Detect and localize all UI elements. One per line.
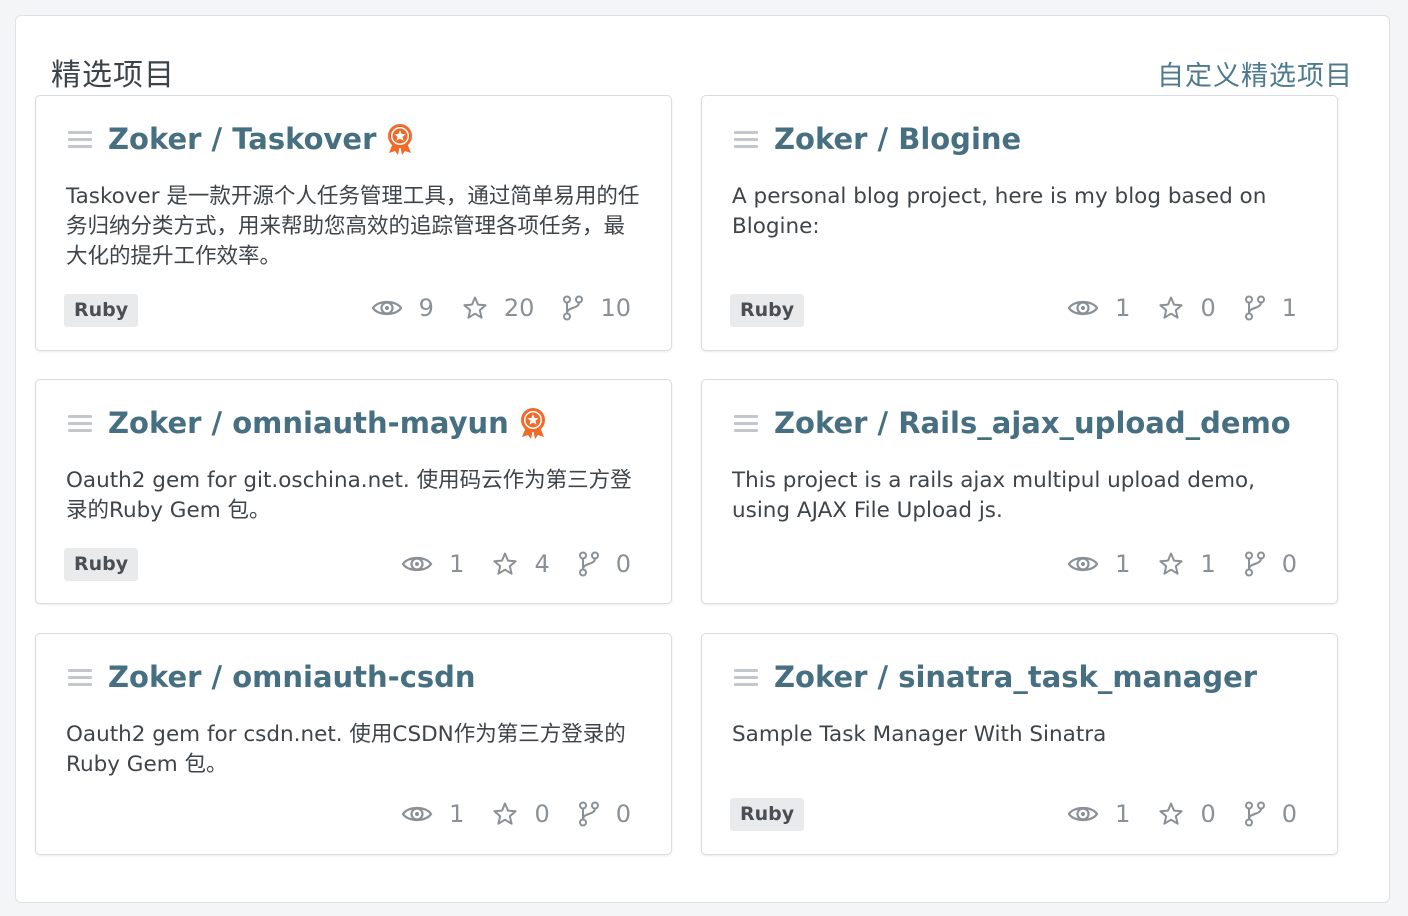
star-count: 0 — [1200, 800, 1216, 828]
eye-icon — [401, 806, 433, 822]
star-count: 4 — [534, 550, 550, 578]
language-tag[interactable]: Ruby — [64, 294, 139, 327]
eye-icon — [1067, 300, 1099, 316]
project-stats: 1 4 0 — [401, 550, 631, 578]
star-count: 0 — [534, 800, 550, 828]
project-card-header: Zoker / omniauth-csdn — [68, 660, 651, 694]
project-name-link[interactable]: Zoker / Taskover — [108, 122, 376, 156]
project-card: Zoker / Blogine A personal blog project,… — [701, 95, 1338, 351]
drag-handle-icon[interactable] — [68, 667, 92, 687]
fork-icon — [563, 295, 584, 321]
watch-stat[interactable]: 1 — [401, 800, 464, 828]
fork-stat[interactable]: 0 — [1244, 800, 1297, 828]
fork-stat[interactable]: 1 — [1244, 294, 1297, 322]
star-icon — [493, 552, 518, 575]
watch-count: 1 — [1115, 550, 1131, 578]
fork-stat[interactable]: 0 — [578, 550, 631, 578]
fork-count: 0 — [615, 800, 631, 828]
eye-icon — [1067, 556, 1099, 572]
project-card: Zoker / sinatra_task_manager Sample Task… — [701, 633, 1338, 855]
project-card: Zoker / omniauth-csdn Oauth2 gem for csd… — [35, 633, 672, 855]
star-stat[interactable]: 0 — [1158, 294, 1216, 322]
project-description: Sample Task Manager With Sinatra — [732, 722, 1107, 747]
fork-icon — [1244, 295, 1265, 321]
star-stat[interactable]: 1 — [1158, 550, 1216, 578]
fork-count: 1 — [1281, 294, 1297, 322]
recommended-badge-icon — [386, 123, 414, 155]
fork-count: 10 — [600, 294, 631, 322]
star-count: 20 — [503, 294, 535, 322]
project-description: Oauth2 gem for git.oschina.net. 使用码云作为第三… — [66, 468, 632, 523]
project-card: Zoker / Taskover Taskover 是一款开源个人任务管理工具，… — [35, 95, 672, 351]
star-icon — [493, 802, 518, 825]
drag-handle-icon[interactable] — [734, 129, 758, 149]
fork-icon — [1244, 551, 1265, 577]
project-name-link[interactable]: Zoker / Blogine — [774, 122, 1021, 156]
watch-count: 1 — [1115, 800, 1131, 828]
drag-handle-icon[interactable] — [734, 667, 758, 687]
project-description: This project is a rails ajax multipul up… — [732, 468, 1256, 523]
watch-count: 1 — [449, 800, 465, 828]
drag-handle-icon[interactable] — [68, 129, 92, 149]
language-tag[interactable]: Ruby — [730, 294, 805, 327]
eye-icon — [401, 556, 433, 572]
fork-stat[interactable]: 0 — [578, 800, 631, 828]
project-stats: 1 1 0 — [1067, 550, 1297, 578]
watch-count: 9 — [418, 294, 434, 322]
watch-stat[interactable]: 1 — [1067, 294, 1130, 322]
project-stats: 1 0 0 — [401, 800, 631, 828]
star-icon — [1159, 552, 1184, 575]
project-card-header: Zoker / Rails_ajax_upload_demo — [734, 406, 1317, 440]
project-description: Taskover 是一款开源个人任务管理工具，通过简单易用的任务归纳分类方式，用… — [66, 184, 640, 269]
project-name-link[interactable]: Zoker / sinatra_task_manager — [774, 660, 1257, 694]
language-tag[interactable]: Ruby — [730, 798, 805, 831]
project-description: A personal blog project, here is my blog… — [732, 184, 1267, 239]
project-card-header: Zoker / sinatra_task_manager — [734, 660, 1317, 694]
fork-count: 0 — [1281, 800, 1297, 828]
fork-count: 0 — [615, 550, 631, 578]
panel-title: 精选项目 — [51, 58, 175, 93]
project-card-header: Zoker / Taskover — [68, 122, 651, 156]
drag-handle-icon[interactable] — [734, 413, 758, 433]
project-name-link[interactable]: Zoker / omniauth-mayun — [108, 406, 509, 440]
star-stat[interactable]: 0 — [1158, 800, 1216, 828]
star-stat[interactable]: 20 — [462, 294, 535, 322]
fork-icon — [578, 801, 599, 827]
fork-icon — [578, 551, 599, 577]
fork-stat[interactable]: 10 — [562, 294, 631, 322]
watch-count: 1 — [1115, 294, 1131, 322]
watch-stat[interactable]: 1 — [1067, 550, 1130, 578]
drag-handle-icon[interactable] — [68, 413, 92, 433]
fork-icon — [1244, 801, 1265, 827]
star-icon — [463, 296, 487, 319]
project-card: Zoker / Rails_ajax_upload_demo This proj… — [701, 379, 1338, 604]
fork-count: 0 — [1281, 550, 1297, 578]
recommended-badge-icon — [519, 407, 547, 439]
project-card: Zoker / omniauth-mayun Oauth2 gem for gi… — [35, 379, 672, 604]
project-name-link[interactable]: Zoker / Rails_ajax_upload_demo — [774, 406, 1291, 440]
star-count: 1 — [1200, 550, 1216, 578]
eye-icon — [1067, 806, 1099, 822]
star-stat[interactable]: 4 — [492, 550, 550, 578]
project-stats: 9 20 10 — [371, 294, 631, 322]
star-icon — [1159, 296, 1184, 319]
star-count: 0 — [1200, 294, 1216, 322]
customize-featured-link[interactable]: 自定义精选项目 — [1157, 54, 1353, 93]
project-card-header: Zoker / omniauth-mayun — [68, 406, 651, 440]
project-stats: 1 0 0 — [1067, 800, 1297, 828]
project-card-header: Zoker / Blogine — [734, 122, 1317, 156]
watch-stat[interactable]: 1 — [1067, 800, 1130, 828]
watch-stat[interactable]: 9 — [371, 294, 434, 322]
star-stat[interactable]: 0 — [492, 800, 550, 828]
watch-stat[interactable]: 1 — [401, 550, 464, 578]
project-name-link[interactable]: Zoker / omniauth-csdn — [108, 660, 476, 694]
project-description: Oauth2 gem for csdn.net. 使用CSDN作为第三方登录的R… — [66, 722, 626, 777]
fork-stat[interactable]: 0 — [1244, 550, 1297, 578]
star-icon — [1159, 802, 1184, 825]
eye-icon — [371, 300, 402, 316]
project-stats: 1 0 1 — [1067, 294, 1297, 322]
language-tag[interactable]: Ruby — [64, 548, 139, 581]
watch-count: 1 — [449, 550, 465, 578]
